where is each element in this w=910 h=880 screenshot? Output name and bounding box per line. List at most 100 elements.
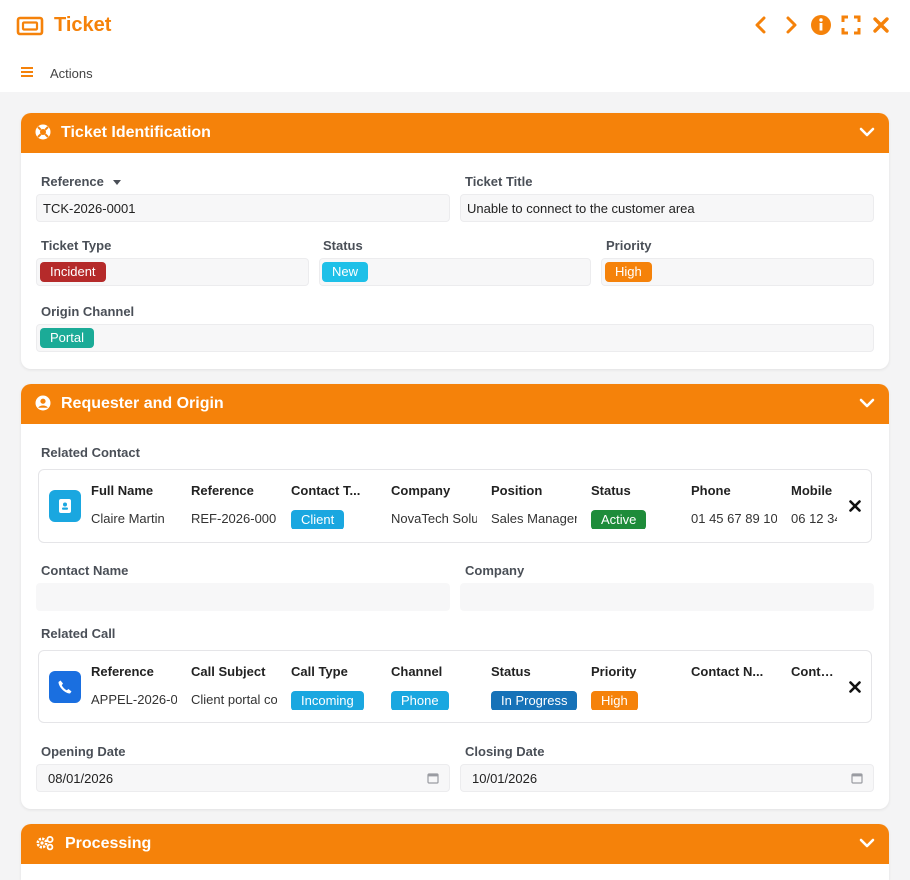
lifebuoy-icon: [35, 124, 51, 143]
actions-menu[interactable]: Actions: [20, 66, 93, 81]
status-badge: New: [322, 262, 369, 282]
column-header: Channel: [391, 664, 443, 679]
user-circle-icon: [35, 395, 51, 414]
chevron-down-icon[interactable]: [859, 397, 875, 412]
panel-title: Processing: [65, 835, 152, 852]
call-col-contact: Contac: [791, 664, 835, 682]
priority-field[interactable]: High: [601, 258, 874, 286]
contact-col-mobile: Mobile 06 12 34 56 78: [791, 483, 837, 529]
chevron-down-icon[interactable]: [859, 837, 875, 852]
closing-date-field[interactable]: 10/01/2026: [460, 764, 874, 792]
calendar-icon[interactable]: [851, 772, 863, 787]
column-header: Call Type: [291, 664, 348, 679]
column-header: Company: [391, 483, 451, 498]
call-col-priority: Priority High: [591, 664, 683, 710]
column-header: Contac: [791, 664, 835, 679]
title-row: Ticket: [16, 14, 111, 37]
opening-date-field[interactable]: 08/01/2026: [36, 764, 450, 792]
processing-panel: Processing: [21, 824, 889, 880]
contact-col-company: Company NovaTech Solutions: [391, 483, 483, 529]
call-channel-badge: Phone: [391, 691, 449, 710]
header-actions: [750, 14, 892, 36]
company-field[interactable]: [460, 583, 874, 611]
origin-channel-label: Origin Channel: [41, 304, 135, 319]
related-contact-card[interactable]: Full Name Claire Martin Reference REF-20…: [38, 469, 872, 543]
ticket-title-field[interactable]: Unable to connect to the customer area: [460, 194, 874, 222]
column-header: Position: [491, 483, 543, 498]
origin-channel-field[interactable]: Portal: [36, 324, 874, 352]
caret-down-icon[interactable]: [112, 174, 122, 189]
ticket-title-value: Unable to connect to the customer area: [467, 200, 695, 216]
gears-icon: [35, 835, 55, 854]
remove-contact-close-icon[interactable]: [845, 496, 865, 516]
contact-name-label: Contact Name: [41, 563, 129, 578]
call-priority-badge: High: [591, 691, 638, 710]
column-header: Call Subject: [191, 664, 266, 679]
contact-col-reference: Reference REF-2026-0001: [191, 483, 283, 529]
contact-status-badge: Active: [591, 510, 647, 529]
call-col-channel: Channel Phone: [391, 664, 483, 710]
closing-date-label: Closing Date: [465, 744, 545, 759]
column-header: Contact N...: [691, 664, 764, 679]
contact-reference: REF-2026-0001: [191, 511, 277, 526]
contact-col-full-name: Full Name Claire Martin: [91, 483, 183, 529]
origin-channel-badge: Portal: [40, 328, 94, 348]
contact-col-type: Contact T... Client: [291, 483, 383, 529]
page-title: Ticket: [54, 14, 112, 36]
remove-call-close-icon[interactable]: [845, 677, 865, 697]
ticket-identification-header[interactable]: Ticket Identification: [21, 113, 889, 153]
priority-label: Priority: [606, 238, 652, 253]
column-header: Status: [591, 483, 631, 498]
chevron-down-icon[interactable]: [859, 126, 875, 141]
column-header: Phone: [691, 483, 731, 498]
contact-col-position: Position Sales Manager: [491, 483, 583, 529]
call-subject: Client portal connection: [191, 692, 277, 707]
call-col-status: Status In Progress: [491, 664, 583, 710]
call-col-reference: Reference APPEL-2026-0001: [91, 664, 183, 710]
call-type-badge: Incoming: [291, 691, 364, 710]
panel-title: Ticket Identification: [61, 124, 211, 141]
expand-icon[interactable]: [840, 14, 862, 36]
contact-phone: 01 45 67 89 10: [691, 511, 777, 526]
actions-label[interactable]: Actions: [50, 66, 93, 81]
contact-company: NovaTech Solutions: [391, 511, 477, 526]
column-header: Contact T...: [291, 483, 361, 498]
reference-field[interactable]: TCK-2026-0001: [36, 194, 450, 222]
column-header: Priority: [591, 664, 637, 679]
phone-icon: [49, 671, 81, 703]
contact-name-field[interactable]: [36, 583, 450, 611]
requester-origin-header[interactable]: Requester and Origin: [21, 384, 889, 424]
related-contact-label: Related Contact: [41, 445, 140, 460]
contact-col-status: Status Active: [591, 483, 683, 529]
priority-badge: High: [605, 262, 652, 282]
chevron-left-icon[interactable]: [750, 14, 772, 36]
related-call-label: Related Call: [41, 626, 116, 641]
chevron-right-icon[interactable]: [780, 14, 802, 36]
ticket-type-badge: Incident: [40, 262, 106, 282]
company-label: Company: [465, 563, 525, 578]
ticket-title-label: Ticket Title: [465, 174, 533, 189]
window-header: Ticket Actions: [0, 0, 910, 92]
calendar-icon[interactable]: [427, 772, 439, 787]
column-header: Reference: [191, 483, 254, 498]
hamburger-icon[interactable]: [20, 66, 34, 81]
info-icon[interactable]: [810, 14, 832, 36]
processing-header[interactable]: Processing: [21, 824, 889, 864]
panel-title: Requester and Origin: [61, 395, 224, 412]
ticket-type-field[interactable]: Incident: [36, 258, 309, 286]
contact-full-name: Claire Martin: [91, 511, 165, 526]
column-header: Status: [491, 664, 531, 679]
related-call-card[interactable]: Reference APPEL-2026-0001 Call Subject C…: [38, 650, 872, 723]
reference-label: Reference: [41, 174, 122, 189]
contact-type-badge: Client: [291, 510, 345, 529]
column-header: Full Name: [91, 483, 154, 498]
closing-date-value: 10/01/2026: [472, 770, 538, 786]
status-field[interactable]: New: [319, 258, 591, 286]
contact-position: Sales Manager: [491, 511, 577, 526]
call-status-badge: In Progress: [491, 691, 577, 710]
call-reference: APPEL-2026-0001: [91, 692, 177, 707]
contact-card-icon: [49, 490, 81, 522]
close-icon[interactable]: [870, 14, 892, 36]
reference-value: TCK-2026-0001: [43, 200, 136, 216]
ticket-icon: [16, 15, 44, 37]
